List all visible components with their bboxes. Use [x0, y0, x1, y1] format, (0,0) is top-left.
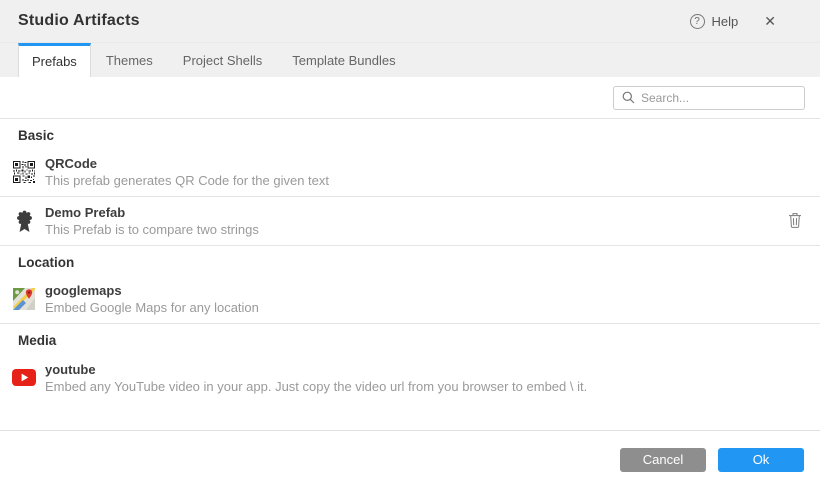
item-title: youtube — [45, 361, 804, 378]
close-icon[interactable]: ✕ — [760, 11, 780, 32]
prefab-item-googlemaps[interactable]: googlemaps Embed Google Maps for any loc… — [0, 275, 820, 324]
ok-button[interactable]: Ok — [718, 448, 804, 472]
item-description: Embed any YouTube video in your app. Jus… — [45, 378, 804, 395]
prefab-item-qrcode[interactable]: QRCode This prefab generates QR Code for… — [0, 148, 820, 197]
googlemaps-icon — [12, 287, 36, 311]
header-actions: ? Help ✕ — [690, 11, 802, 32]
search-input[interactable] — [641, 91, 796, 105]
item-text: youtube Embed any YouTube video in your … — [45, 361, 804, 395]
help-link[interactable]: Help — [712, 14, 739, 29]
item-description: This Prefab is to compare two strings — [45, 221, 786, 238]
studio-artifacts-dialog: Studio Artifacts ? Help ✕ Prefabs Themes… — [0, 0, 820, 488]
item-title: QRCode — [45, 155, 804, 172]
award-ribbon-icon — [12, 209, 36, 233]
item-description: This prefab generates QR Code for the gi… — [45, 172, 804, 189]
tab-content-prefabs: Basic — [0, 77, 820, 430]
section-header-basic: Basic — [0, 119, 820, 148]
tab-template-bundles[interactable]: Template Bundles — [277, 43, 410, 77]
tab-prefabs[interactable]: Prefabs — [18, 43, 91, 77]
search-icon — [622, 91, 635, 104]
search-row — [0, 77, 820, 119]
section-header-media: Media — [0, 324, 820, 353]
item-text: googlemaps Embed Google Maps for any loc… — [45, 282, 804, 316]
tab-bar: Prefabs Themes Project Shells Template B… — [0, 43, 820, 77]
dialog-header: Studio Artifacts ? Help ✕ — [0, 0, 820, 43]
search-box[interactable] — [613, 86, 805, 110]
item-text: QRCode This prefab generates QR Code for… — [45, 155, 804, 189]
trash-icon — [788, 212, 802, 228]
item-title: googlemaps — [45, 282, 804, 299]
dialog-footer: Cancel Ok — [0, 430, 820, 488]
help-icon[interactable]: ? — [690, 14, 705, 29]
tab-project-shells[interactable]: Project Shells — [168, 43, 277, 77]
item-title: Demo Prefab — [45, 204, 786, 221]
item-text: Demo Prefab This Prefab is to compare tw… — [45, 204, 786, 238]
delete-prefab-button[interactable] — [786, 210, 804, 233]
qrcode-icon — [12, 160, 36, 184]
item-description: Embed Google Maps for any location — [45, 299, 804, 316]
cancel-button[interactable]: Cancel — [620, 448, 706, 472]
section-header-location: Location — [0, 246, 820, 275]
prefab-item-demo-prefab[interactable]: Demo Prefab This Prefab is to compare tw… — [0, 197, 820, 246]
tab-themes[interactable]: Themes — [91, 43, 168, 77]
page-title: Studio Artifacts — [18, 12, 690, 30]
youtube-icon — [12, 366, 36, 390]
prefab-item-youtube[interactable]: youtube Embed any YouTube video in your … — [0, 353, 820, 402]
